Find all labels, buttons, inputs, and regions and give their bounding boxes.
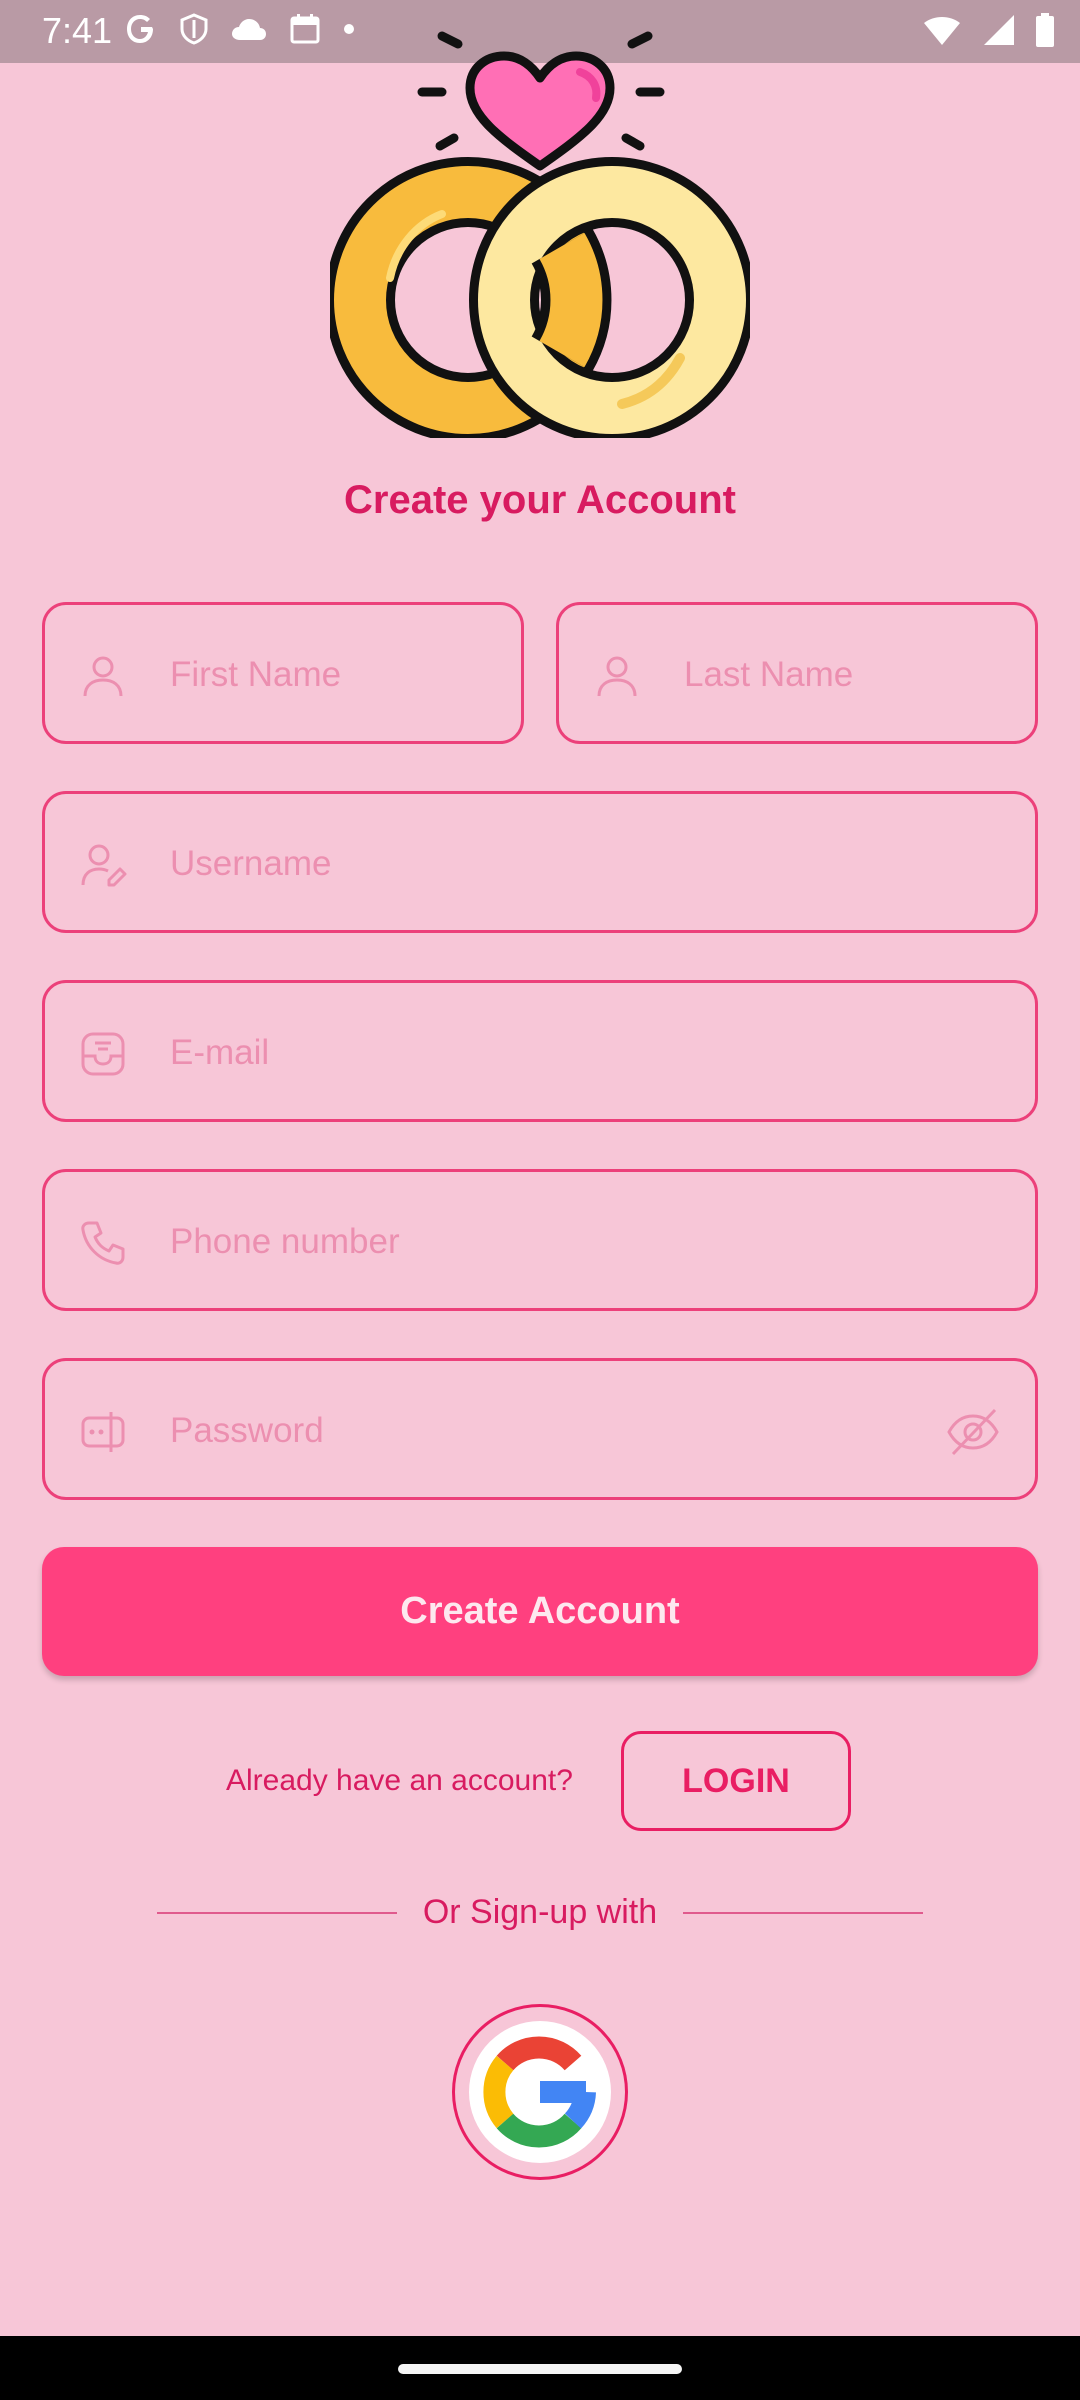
calendar-icon: [290, 14, 320, 44]
page-title: Create your Account: [344, 478, 736, 522]
last-name-placeholder: Last Name: [684, 655, 854, 694]
shield-icon: [180, 13, 208, 45]
google-status-icon: [127, 15, 153, 43]
password-icon: [81, 1412, 125, 1452]
create-account-button[interactable]: Create Account: [42, 1547, 1038, 1676]
login-prompt: Already have an account?: [226, 1764, 573, 1797]
wifi-icon: [924, 17, 960, 45]
google-button-face: [469, 2021, 611, 2163]
username-placeholder: Username: [170, 844, 332, 883]
username-field[interactable]: Username: [42, 791, 1038, 933]
wedding-rings-heart-icon: [330, 31, 750, 438]
inbox-icon: [81, 1032, 125, 1076]
first-name-placeholder: First Name: [170, 655, 342, 694]
person-icon: [597, 656, 637, 697]
first-name-field[interactable]: First Name: [42, 602, 524, 744]
person-edit-icon: [81, 844, 127, 887]
status-time: 7:41: [42, 10, 113, 51]
person-icon: [83, 656, 123, 697]
google-signup-button[interactable]: [452, 2004, 628, 2180]
phone-field[interactable]: Phone number: [42, 1169, 1038, 1311]
home-gesture-handle[interactable]: [398, 2364, 682, 2374]
email-placeholder: E-mail: [170, 1033, 270, 1072]
last-name-field[interactable]: Last Name: [556, 602, 1038, 744]
battery-icon: [1036, 13, 1054, 47]
signal-icon: [984, 15, 1014, 45]
status-system-icons: [922, 12, 1056, 48]
google-logo-icon: [483, 2036, 596, 2148]
password-field[interactable]: Password: [42, 1358, 1038, 1500]
status-notification-icons: [124, 12, 356, 46]
phone-placeholder: Phone number: [170, 1222, 400, 1261]
divider-right: [683, 1912, 923, 1914]
cloud-icon: [232, 19, 266, 40]
password-placeholder: Password: [170, 1411, 324, 1450]
email-field[interactable]: E-mail: [42, 980, 1038, 1122]
login-button[interactable]: LOGIN: [621, 1731, 851, 1831]
phone-icon: [81, 1221, 125, 1265]
eye-off-icon[interactable]: [945, 1406, 1001, 1458]
